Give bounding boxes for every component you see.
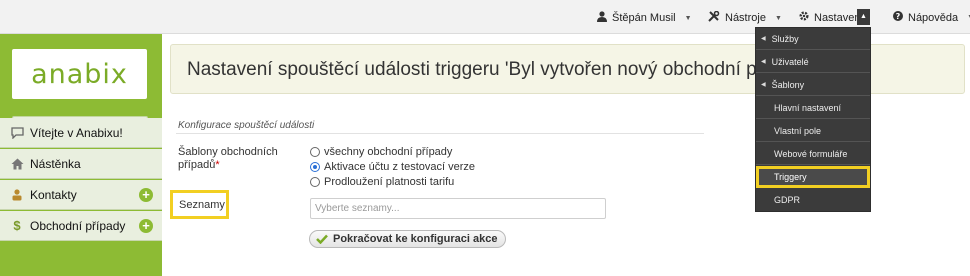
caret-down-icon: ▼ xyxy=(774,14,782,22)
menu-item-templates[interactable]: ◀ Šablony xyxy=(756,74,870,96)
help-icon: ? xyxy=(893,11,903,24)
menu-item-gdpr[interactable]: GDPR xyxy=(756,189,870,211)
radio-label: Aktivace účtu z testovací verze xyxy=(324,161,476,173)
templates-label: Šablony obchodních případů* xyxy=(178,146,288,172)
lists-label: Seznamy xyxy=(170,190,229,219)
continue-button[interactable]: Pokračovat ke konfiguraci akce xyxy=(309,230,507,248)
caret-left-icon: ◀ xyxy=(761,82,766,88)
lists-input[interactable] xyxy=(310,198,606,219)
menu-item-triggers[interactable]: Triggery xyxy=(756,166,870,188)
templates-label-line1: Šablony obchodních xyxy=(178,146,278,158)
help-menu[interactable]: ? Nápověda ▼ xyxy=(893,11,970,24)
templates-label-line2: případů xyxy=(178,159,216,171)
radio-tariff-extension[interactable]: Prodloužení platnosti tarifu xyxy=(310,176,454,188)
radio-label: Prodloužení platnosti tarifu xyxy=(324,176,455,188)
sidebar-item-welcome[interactable]: Vítejte v Anabixu! xyxy=(0,118,162,148)
menu-item-label: Uživatelé xyxy=(771,56,809,67)
radio-label: všechny obchodní případy xyxy=(324,146,453,158)
home-icon xyxy=(10,157,24,171)
user-menu[interactable]: Štěpán Musil ▼ xyxy=(597,11,692,25)
menu-item-label: Služby xyxy=(771,33,799,44)
menu-item-services[interactable]: ◀ Služby xyxy=(756,28,870,50)
chat-icon xyxy=(10,126,24,140)
lists-label-text: Seznamy xyxy=(179,199,225,211)
settings-dropdown: ◀ Služby ◀ Uživatelé ◀ Šablony Hlavní na… xyxy=(755,27,871,212)
add-deal-icon[interactable]: + xyxy=(139,219,153,233)
sidebar-item-label: Obchodní případy xyxy=(30,218,126,233)
radio-all-deals[interactable]: všechny obchodní případy xyxy=(310,146,452,158)
add-contact-icon[interactable]: + xyxy=(139,188,153,202)
help-label: Nápověda xyxy=(908,11,959,24)
radio-button[interactable] xyxy=(310,147,320,157)
menu-item-web-forms[interactable]: Webové formuláře xyxy=(756,143,870,165)
caret-up-icon[interactable]: ▲ xyxy=(857,9,870,25)
required-mark: * xyxy=(215,159,220,171)
tools-label: Nástroje xyxy=(725,12,766,24)
settings-menu[interactable]: Nastavení xyxy=(799,11,864,24)
continue-button-label: Pokračovat ke konfiguraci akce xyxy=(333,233,498,245)
caret-left-icon: ◀ xyxy=(761,36,766,42)
sidebar-item-deals[interactable]: $ Obchodní případy + xyxy=(0,211,162,241)
user-icon xyxy=(597,11,607,25)
sidebar-item-contacts[interactable]: Kontakty + xyxy=(0,180,162,210)
menu-item-label: Triggery xyxy=(774,171,807,182)
menu-item-custom-fields[interactable]: Vlastní pole xyxy=(756,120,870,142)
menu-item-label: GDPR xyxy=(774,195,801,205)
user-name: Štěpán Musil xyxy=(612,12,676,24)
radio-button-checked[interactable] xyxy=(310,162,320,172)
divider xyxy=(176,133,704,134)
menu-item-label: Webové formuláře xyxy=(774,148,848,159)
sidebar-item-label: Vítejte v Anabixu! xyxy=(30,125,123,140)
logo-text: anabix xyxy=(31,58,128,90)
dollar-icon: $ xyxy=(13,218,21,233)
checkmark-icon xyxy=(316,234,328,244)
menu-item-users[interactable]: ◀ Uživatelé xyxy=(756,51,870,73)
gear-icon xyxy=(799,11,809,24)
page-title: Nastavení spouštěcí události triggeru 'B… xyxy=(187,59,804,80)
caret-down-icon: ▼ xyxy=(684,14,692,22)
wrench-icon xyxy=(708,10,720,25)
radio-button[interactable] xyxy=(310,177,320,187)
sidebar-item-dashboard[interactable]: Nástěnka xyxy=(0,149,162,179)
caret-left-icon: ◀ xyxy=(761,59,766,65)
contacts-icon xyxy=(10,188,24,202)
tools-menu[interactable]: Nástroje ▼ xyxy=(708,10,782,25)
menu-item-label: Vlastní pole xyxy=(774,125,822,136)
menu-item-main-settings[interactable]: Hlavní nastavení xyxy=(756,97,870,119)
radio-trial-activation[interactable]: Aktivace účtu z testovací verze xyxy=(310,161,475,173)
sidebar-item-label: Kontakty xyxy=(30,187,77,202)
svg-text:?: ? xyxy=(896,12,901,21)
menu-item-label: Šablony xyxy=(771,79,805,90)
sidebar-item-label: Nástěnka xyxy=(30,156,81,171)
menu-item-label: Hlavní nastavení xyxy=(774,102,842,113)
logo[interactable]: anabix xyxy=(12,49,147,99)
form-legend: Konfigurace spouštěcí události xyxy=(178,120,315,131)
